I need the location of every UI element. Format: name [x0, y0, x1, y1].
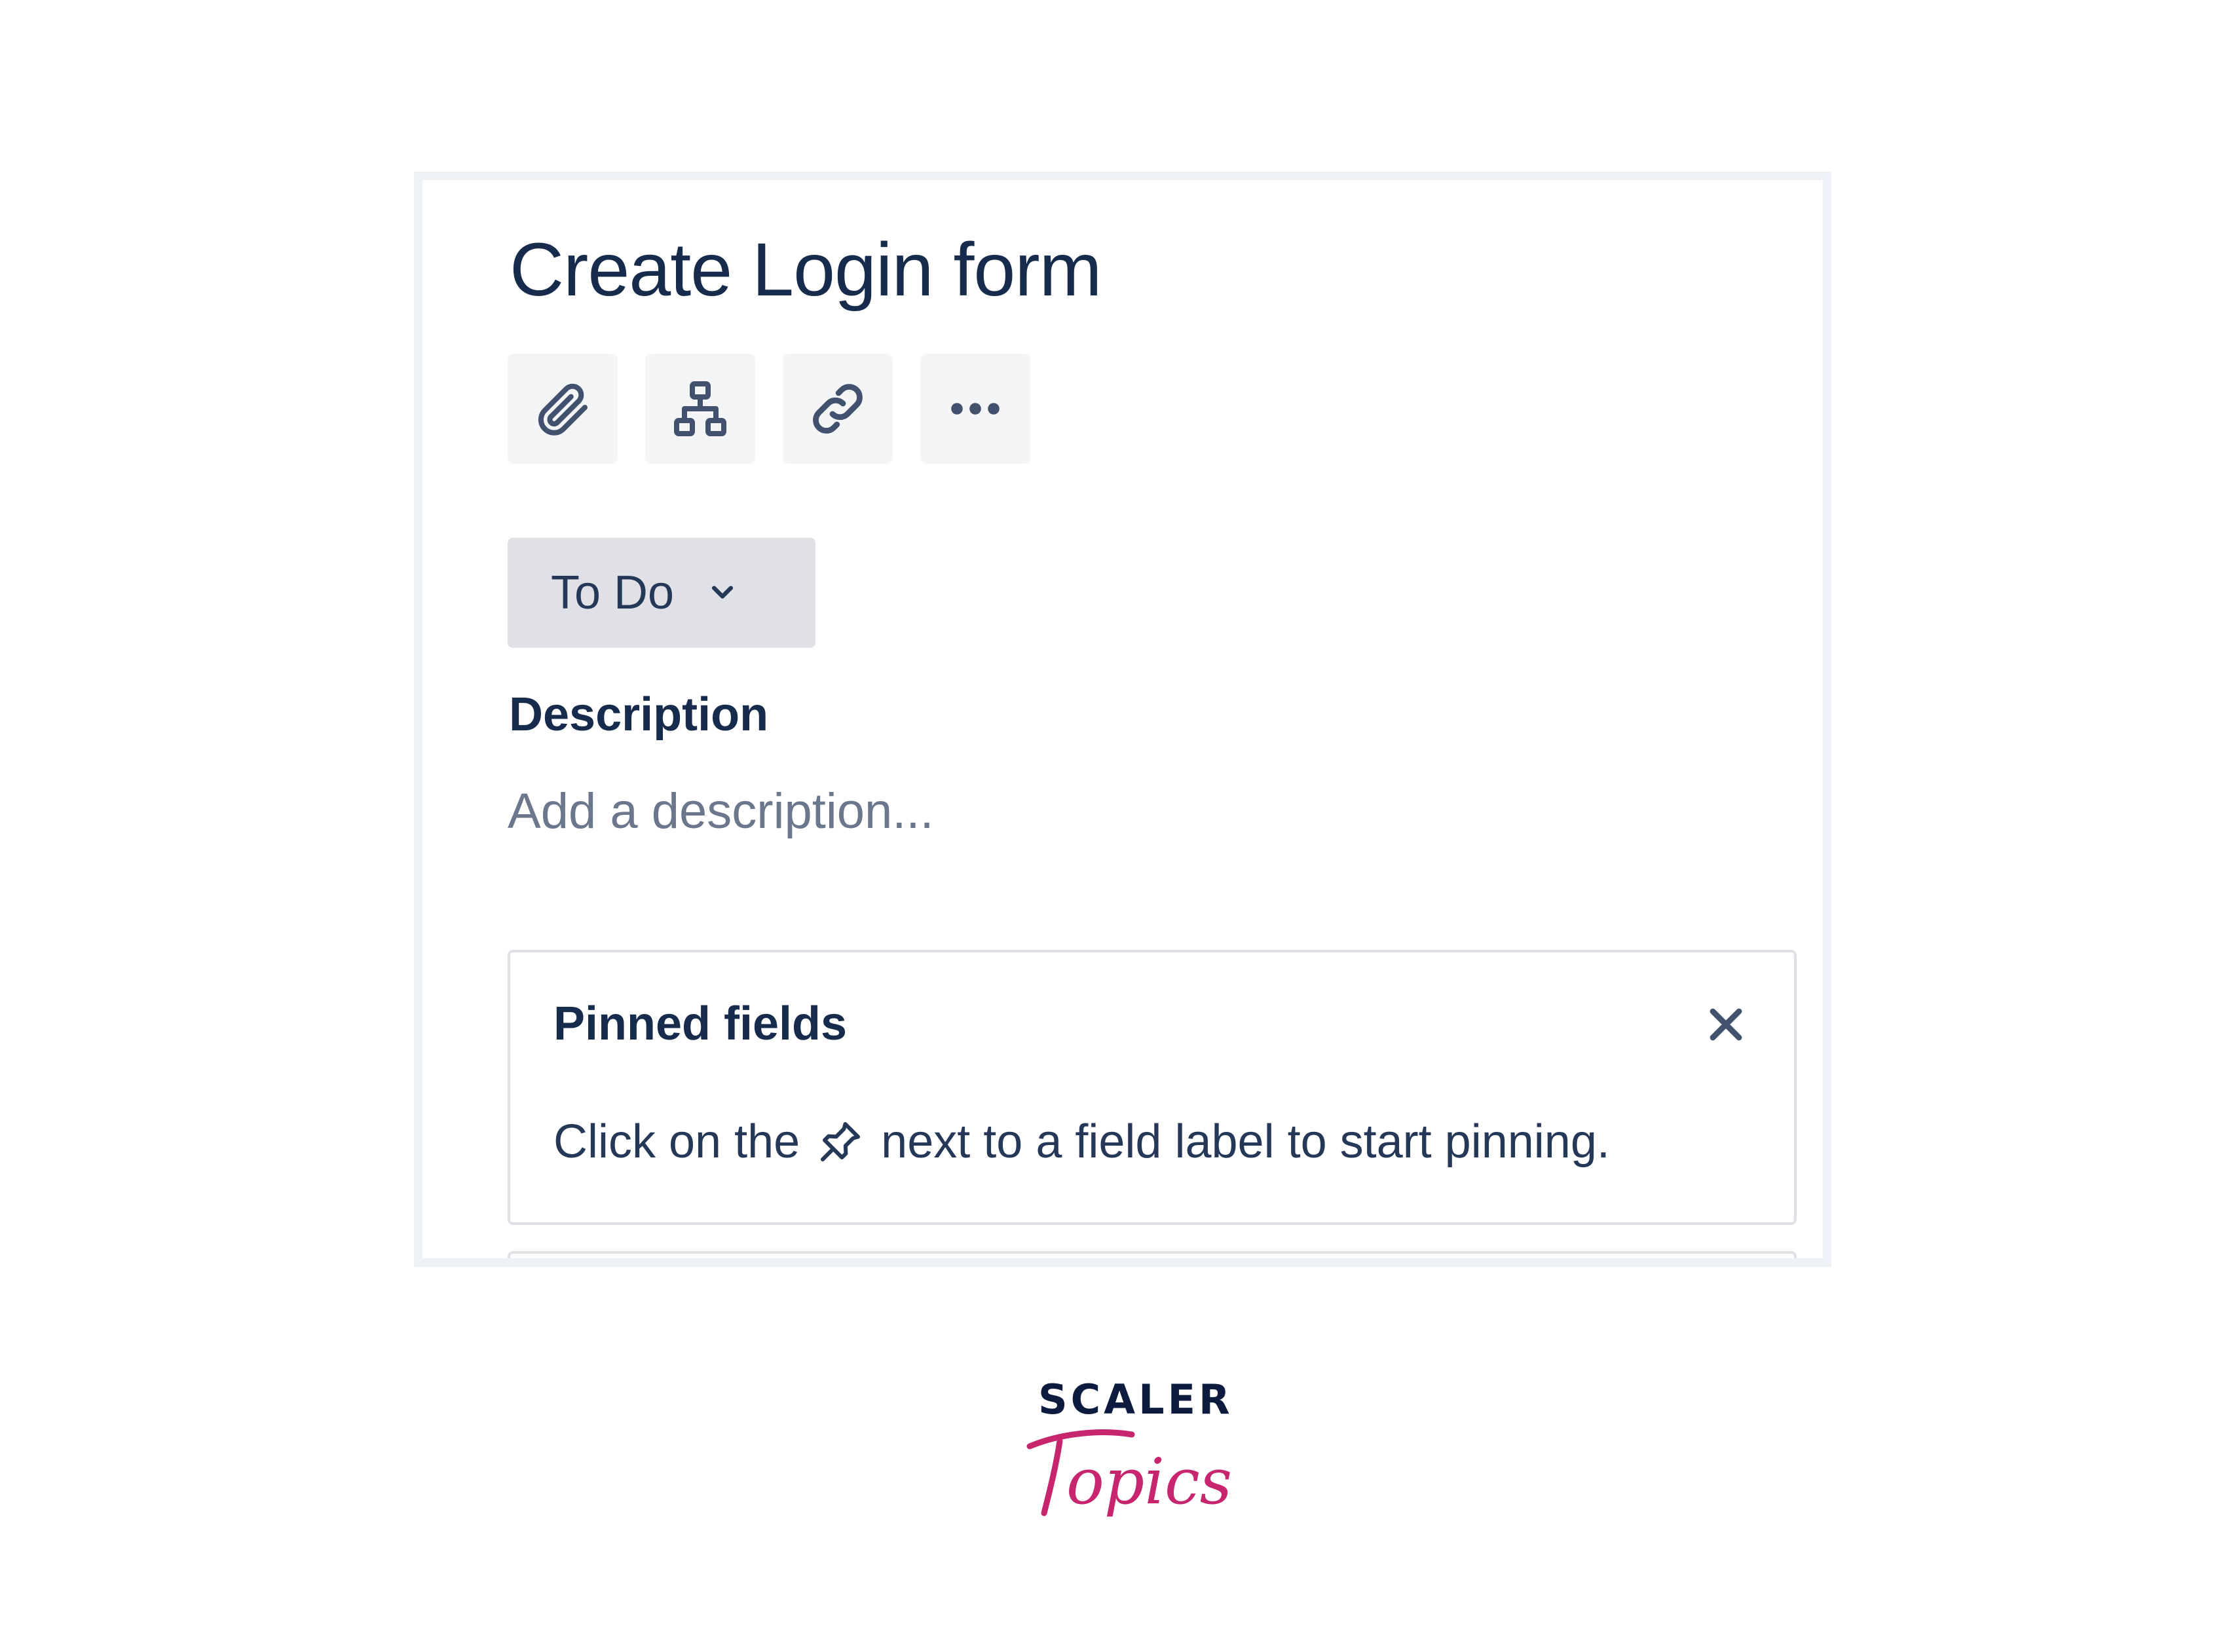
paperclip-icon: [538, 383, 588, 436]
hint-text-before: Click on the: [553, 1116, 800, 1168]
status-dropdown[interactable]: To Do: [508, 538, 815, 648]
issue-toolbar: [508, 354, 1030, 464]
attach-button[interactable]: [508, 354, 618, 464]
status-label: To Do: [551, 567, 675, 619]
issue-content: Create Login form To Do Description Add …: [508, 180, 1823, 1258]
chevron-down-icon: [712, 586, 734, 599]
description-label: Description: [509, 688, 769, 741]
pin-icon: [821, 1122, 861, 1161]
child-issues-button[interactable]: [645, 354, 755, 464]
next-panel-edge: [508, 1251, 1797, 1258]
hint-text-after: next to a field label to start pinning.: [881, 1116, 1610, 1168]
link-icon: [813, 384, 863, 434]
link-issue-button[interactable]: [783, 354, 893, 464]
pinned-fields-title: Pinned fields: [553, 998, 848, 1050]
pinned-fields-panel: Pinned fields Click on the next to a fie…: [508, 950, 1797, 1225]
issue-panel: Create Login form To Do Description Add …: [414, 172, 1831, 1267]
more-icon: [951, 403, 1000, 415]
issue-title[interactable]: Create Login form: [510, 225, 1102, 315]
pinned-fields-hint: Click on the next to a field label to st…: [553, 1115, 1610, 1169]
scaler-topics-logo: SCALER opics: [1022, 1376, 1231, 1546]
logo-topics-script: opics: [1026, 1429, 1231, 1518]
child-issues-icon: [674, 381, 726, 436]
logo-topics-text: opics: [1066, 1445, 1231, 1518]
description-field[interactable]: Add a description...: [508, 783, 934, 840]
close-icon[interactable]: [1706, 1005, 1746, 1044]
more-actions-button[interactable]: [920, 354, 1030, 464]
